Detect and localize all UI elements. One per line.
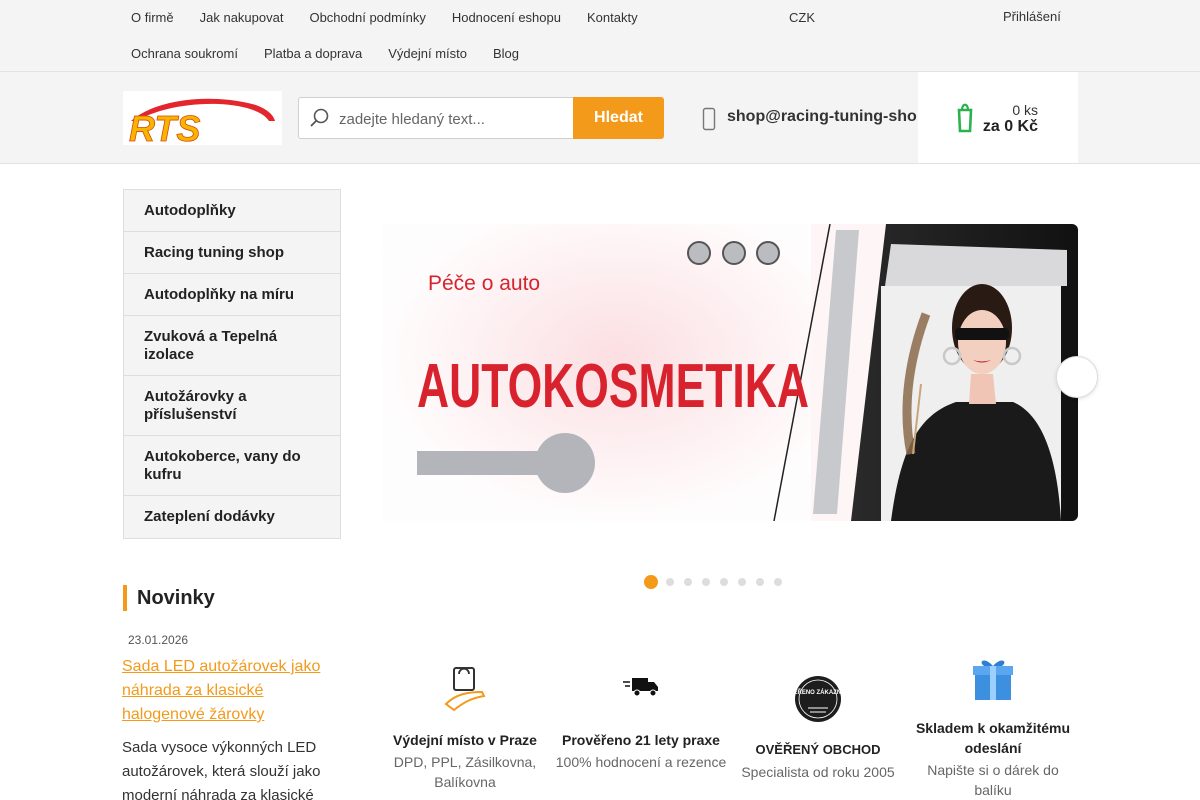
cart-count: 0 ks (1012, 102, 1038, 118)
menu-item-label: Zvuková a Tepelná izolace (144, 327, 278, 363)
banner-dot[interactable] (738, 578, 746, 586)
banner-dot[interactable] (644, 575, 658, 589)
feature-verified: OVĚŘENO ZÁKAZNÍKY OVĚŘENÝ OBCHOD Special… (730, 674, 906, 782)
news-excerpt: Sada vysoce výkonných LED autožárovek, k… (122, 739, 321, 800)
search-button[interactable]: Hledat (573, 97, 664, 139)
gift-icon (973, 660, 1013, 700)
search-icon (310, 108, 329, 127)
login-link[interactable]: Přihlášení (999, 9, 1061, 24)
menu-item[interactable]: Zateplení dodávky (124, 496, 340, 538)
menu-item-label: Autokoberce, vany do kufru (144, 447, 301, 483)
banner-image: Péče o auto AUTOKOSMETIKA (381, 224, 1078, 521)
news-date: 23.01.2026 (123, 633, 188, 647)
cart-icon (957, 103, 973, 133)
header: RTS Hledat shop@racing-tuning-shop.cz 0 … (0, 72, 1200, 164)
feature-verified-subtitle: Specialista od roku 2005 (741, 764, 895, 780)
top-navigation-row-1: O firmě Jak nakupovat Obchodní podmínky Hod… (118, 0, 758, 36)
feature-experience-subtitle: 100% hodnocení a rezence (555, 754, 727, 770)
search-input[interactable] (339, 107, 565, 131)
truck-icon (623, 678, 658, 697)
banner-dot[interactable] (720, 578, 728, 586)
feature-pickup: Výdejní místo v Praze DPD, PPL, Zásilkov… (378, 662, 552, 792)
menu-item-label: Racing tuning shop (144, 243, 284, 261)
feature-pickup-title: Výdejní místo v Praze (393, 732, 537, 748)
banner-dot[interactable] (684, 578, 692, 586)
cart[interactable]: 0 ks za 0 Kč (918, 72, 1078, 163)
category-menu: Autodoplňky Racing tuning shop Autodoplňky… (123, 189, 341, 539)
feature-stock-subtitle: Napište si o dárek do balíku (927, 762, 1059, 798)
contact-email[interactable]: shop@racing-tuning-shop.cz (727, 108, 917, 126)
logo-text: RTS (129, 108, 200, 145)
top-bar: O firmě Jak nakupovat Obchodní podmínky Hod… (0, 0, 1200, 72)
hero-banner[interactable]: Péče o auto AUTOKOSMETIKA (381, 224, 1078, 521)
top-nav-link[interactable]: Blog (480, 36, 532, 72)
top-nav-link[interactable]: Ochrana soukromí (118, 36, 251, 72)
news-date-value: 23.01.2026 (128, 633, 189, 647)
top-nav-link[interactable]: Hodnocení eshopu (439, 0, 574, 36)
feature-experience: Prověřeno 21 lety praxe 100% hodnocení a… (554, 672, 728, 772)
top-nav-link[interactable]: Jak nakupovat (187, 0, 297, 36)
feature-stock-title: Skladem k okamžitému odeslání (915, 720, 1071, 756)
feature-experience-title: Prověřeno 21 lety praxe (562, 732, 720, 748)
top-nav-link[interactable]: Obchodní podmínky (296, 0, 438, 36)
logo[interactable]: RTS (123, 91, 282, 149)
banner-dot[interactable] (756, 578, 764, 586)
menu-item[interactable]: Racing tuning shop (124, 232, 340, 274)
top-navigation: O firmě Jak nakupovat Obchodní podmínky Hod… (118, 0, 758, 72)
menu-item[interactable]: Autodoplňky (124, 190, 340, 232)
search-box (298, 97, 574, 139)
currency-label: CZK (789, 10, 815, 25)
news-heading: Novinky (123, 585, 215, 611)
menu-item-label: Autodoplňky na míru (144, 285, 294, 303)
banner-kicker: Péče o auto (428, 272, 540, 295)
banner-dot[interactable] (666, 578, 674, 586)
banner-next-button[interactable] (1056, 356, 1098, 398)
cart-total: za 0 Kč (982, 118, 1038, 135)
menu-item-label: Autodoplňky (144, 201, 236, 219)
hand-bag-icon (444, 667, 486, 712)
menu-item[interactable]: Autokoberce, vany do kufru (124, 436, 340, 496)
feature-verified-title: OVĚŘENÝ OBCHOD (755, 742, 881, 757)
top-nav-link[interactable]: Kontakty (574, 0, 651, 36)
menu-item[interactable]: Zvuková a Tepelná izolace (124, 316, 340, 376)
banner-pagination (644, 575, 782, 589)
feature-pickup-subtitle: DPD, PPL, Zásilkovna, Balíkovna (393, 754, 537, 790)
menu-item[interactable]: Autodoplňky na míru (124, 274, 340, 316)
top-navigation-row-2: Ochrana soukromí Platba a doprava Výdejní … (118, 36, 758, 72)
rts-logo-icon: RTS (129, 98, 275, 149)
top-nav-link[interactable]: O firmě (118, 0, 187, 36)
news-title-link[interactable]: Sada LED autožárovek jako náhrada za kla… (122, 655, 342, 727)
top-nav-link[interactable]: Platba a doprava (251, 36, 375, 72)
menu-item-label: Zateplení dodávky (144, 508, 275, 525)
login-label: Přihlášení (1003, 9, 1061, 24)
menu-item-label: Autožárovky a příslušenství (144, 387, 247, 423)
phone-icon (702, 107, 716, 131)
banner-headline: AUTOKOSMETIKA (417, 352, 809, 421)
banner-dot[interactable] (774, 578, 782, 586)
verified-badge-icon: OVĚŘENO ZÁKAZNÍKY (794, 676, 842, 722)
menu-item[interactable]: Autožárovky a příslušenství (124, 376, 340, 436)
currency-selector[interactable]: CZK (789, 10, 815, 25)
feature-stock: Skladem k okamžitému odeslání Napište si… (908, 652, 1078, 800)
banner-dot[interactable] (702, 578, 710, 586)
top-nav-link[interactable]: Výdejní místo (375, 36, 480, 72)
badge-text: OVĚŘENO ZÁKAZNÍKY (794, 688, 842, 696)
